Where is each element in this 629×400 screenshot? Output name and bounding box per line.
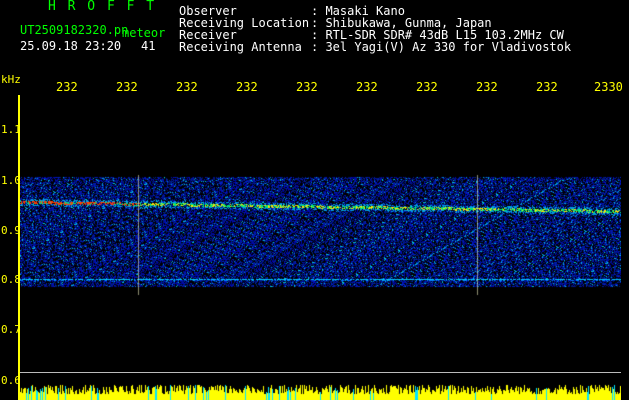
x-tick-label: 232	[296, 80, 318, 94]
baseline-divider	[20, 372, 621, 373]
x-tick-label: 232	[536, 80, 558, 94]
datetime-label: 25.09.18 23:20	[20, 39, 122, 53]
spectrogram-canvas	[20, 95, 621, 400]
x-tick-label: 2330	[594, 80, 623, 94]
antenna-value: : 3el Yagi(V) Az 330 for Vladivostok	[311, 40, 572, 54]
y-axis-unit: kHz	[1, 73, 21, 86]
spectrogram-window: H R O F F T UT2509182320.pn meteor 25.09…	[0, 0, 629, 400]
x-tick-label: 232	[476, 80, 498, 94]
x-tick-label: 232	[236, 80, 258, 94]
x-tick-label: 232	[176, 80, 198, 94]
antenna-label: Receiving Antenna	[179, 40, 302, 54]
x-tick-label: 232	[116, 80, 138, 94]
meteor-tag: meteor	[122, 26, 166, 40]
hroft-title: H R O F F T	[48, 0, 157, 14]
count-label: 41	[141, 39, 156, 53]
x-tick-label: 232	[356, 80, 378, 94]
x-tick-label: 232	[416, 80, 438, 94]
filename-label: UT2509182320.pn	[20, 23, 129, 37]
x-tick-label: 232	[56, 80, 78, 94]
